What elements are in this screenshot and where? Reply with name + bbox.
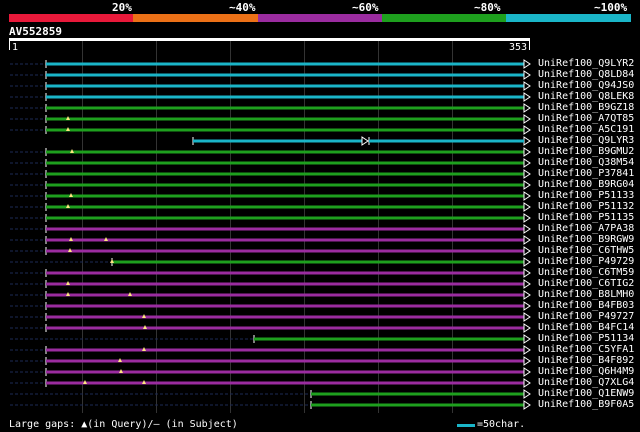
hit-end-arrow <box>523 279 531 289</box>
hit-label[interactable]: UniRef100_A5C191 <box>538 124 634 135</box>
hit-label[interactable]: UniRef100_B9GZ18 <box>538 102 634 113</box>
hit-label[interactable]: UniRef100_P51135 <box>538 212 634 223</box>
hit-end-arrow <box>523 378 531 388</box>
hit-label[interactable]: UniRef100_Q94JS0 <box>538 80 634 91</box>
hit-label[interactable]: UniRef100_Q9LYR3 <box>538 135 634 146</box>
hit-label[interactable]: UniRef100_B9RG04 <box>538 179 634 190</box>
hit-end-arrow <box>523 92 531 102</box>
hit-label[interactable]: UniRef100_Q38M54 <box>538 157 634 168</box>
hit-label[interactable]: UniRef100_Q8LD84 <box>538 69 634 80</box>
hit-end-arrow <box>523 268 531 278</box>
hit-label[interactable]: UniRef100_B9F0A5 <box>538 399 634 410</box>
hit-label[interactable]: UniRef100_C6TIG2 <box>538 278 634 289</box>
hit-label[interactable]: UniRef100_P49727 <box>538 311 634 322</box>
hit-end-arrow <box>523 312 531 322</box>
hit-label[interactable]: UniRef100_C5YFA1 <box>538 344 634 355</box>
hit-end-arrow <box>523 290 531 300</box>
hit-label[interactable]: UniRef100_B4FB03 <box>538 300 634 311</box>
hit-label[interactable]: UniRef100_A7PA38 <box>538 223 634 234</box>
hit-end-arrow <box>523 191 531 201</box>
hit-label[interactable]: UniRef100_B8LMH0 <box>538 289 634 300</box>
hit-end-arrow <box>523 114 531 124</box>
hit-end-arrow <box>523 356 531 366</box>
hit-end-arrow <box>523 213 531 223</box>
hit-end-arrow <box>523 169 531 179</box>
hit-end-arrow <box>523 367 531 377</box>
hit-end-arrow <box>523 70 531 80</box>
hit-label[interactable]: UniRef100_Q9LYR2 <box>538 58 634 69</box>
hit-end-arrow <box>523 103 531 113</box>
hit-label[interactable]: UniRef100_B4FC14 <box>538 322 634 333</box>
hit-end-arrow <box>523 125 531 135</box>
hit-end-arrow <box>523 400 531 410</box>
hit-end-arrow <box>523 81 531 91</box>
hit-end-arrow <box>523 257 531 267</box>
hit-end-arrow <box>523 136 531 146</box>
hit-label[interactable]: UniRef100_P37841 <box>538 168 634 179</box>
hit-end-arrow <box>523 334 531 344</box>
hit-end-arrow <box>523 224 531 234</box>
hit-label[interactable]: UniRef100_Q8LEK8 <box>538 91 634 102</box>
hit-end-arrow <box>523 202 531 212</box>
hit-label[interactable]: UniRef100_C6TM59 <box>538 267 634 278</box>
hit-end-arrow <box>523 59 531 69</box>
hit-label[interactable]: UniRef100_Q1ENW9 <box>538 388 634 399</box>
hit-label[interactable]: UniRef100_B4F892 <box>538 355 634 366</box>
hit-label[interactable]: UniRef100_P51133 <box>538 190 634 201</box>
scale-label: =50char. <box>477 419 526 430</box>
hit-label[interactable]: UniRef100_Q6H4M9 <box>538 366 634 377</box>
hit-end-arrow <box>523 235 531 245</box>
gap-legend: Large gaps: ▲(in Query)/— (in Subject) <box>9 419 238 430</box>
hit-end-arrow <box>523 158 531 168</box>
hit-label[interactable]: UniRef100_A7QT85 <box>538 113 634 124</box>
hit-label[interactable]: UniRef100_P49729 <box>538 256 634 267</box>
hit-end-arrow <box>523 147 531 157</box>
hit-end-arrow <box>523 323 531 333</box>
hit-end-arrow <box>523 301 531 311</box>
hit-end-arrow <box>523 389 531 399</box>
hit-label[interactable]: UniRef100_C6THW5 <box>538 245 634 256</box>
hit-label[interactable]: UniRef100_P51132 <box>538 201 634 212</box>
hit-label[interactable]: UniRef100_Q7XLG4 <box>538 377 634 388</box>
hit-end-arrow <box>523 345 531 355</box>
hit-end-arrow <box>523 180 531 190</box>
scale-swatch <box>457 424 475 427</box>
hit-label[interactable]: UniRef100_B9GMU2 <box>538 146 634 157</box>
hit-label[interactable]: UniRef100_P51134 <box>538 333 634 344</box>
hit-end-arrow <box>523 246 531 256</box>
hit-label[interactable]: UniRef100_B9RGW9 <box>538 234 634 245</box>
hit-segment-arrow <box>361 136 369 146</box>
